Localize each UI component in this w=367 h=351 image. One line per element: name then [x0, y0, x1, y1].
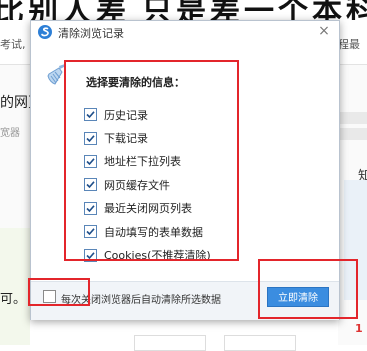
background-right-number: 1: [355, 322, 363, 335]
background-right-card: [340, 128, 367, 140]
close-icon[interactable]: ×: [316, 23, 332, 39]
background-left-panel: [0, 228, 30, 345]
background-bottom-button[interactable]: [224, 335, 296, 351]
annotation-box-auto-clear: [28, 278, 90, 306]
headline-left: 比别人差: [0, 0, 130, 20]
background-headline: 比别人差 只是差一个本科: [0, 0, 367, 20]
annotation-box-options: [64, 60, 239, 261]
background-bottom-button[interactable]: [134, 335, 206, 351]
background-topbar-right-text: 程最: [338, 38, 360, 51]
dialog-titlebar[interactable]: 清除浏览记录 ×: [31, 21, 339, 43]
background-right-card: [340, 112, 367, 124]
background-left-bottom-text: 可。: [0, 292, 27, 307]
browser-logo-icon: [38, 25, 52, 39]
annotation-box-clear-button: [258, 259, 358, 319]
dialog-title: 清除浏览记录: [58, 27, 124, 40]
headline-right: 只是差一个本科: [142, 0, 367, 20]
background-topbar-left-text: 考试,: [0, 38, 26, 51]
background-left-small-text: 宽器: [0, 128, 20, 139]
